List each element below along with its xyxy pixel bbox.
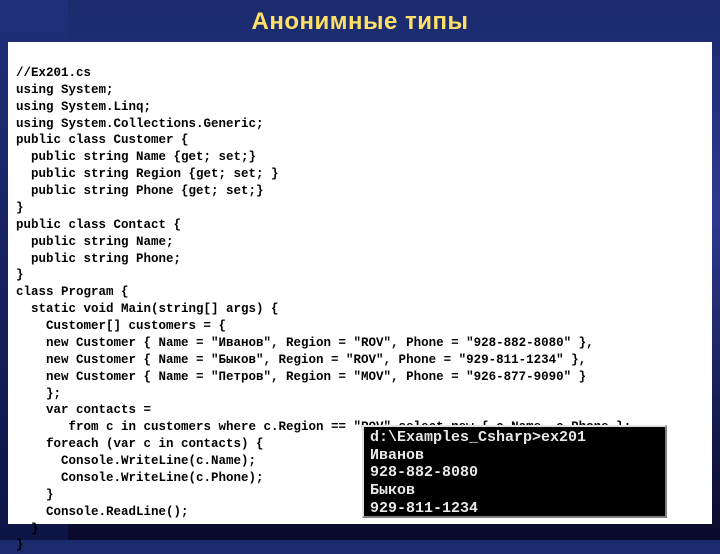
code-line: } xyxy=(16,538,24,552)
code-line: public class Customer { xyxy=(16,133,189,147)
code-line: Console.ReadLine(); xyxy=(16,505,189,519)
code-line: Console.WriteLine(c.Phone); xyxy=(16,471,264,485)
code-line: new Customer { Name = "Быков", Region = … xyxy=(16,353,586,367)
console-line: 928-882-8080 xyxy=(370,464,478,481)
code-line: public string Name; xyxy=(16,235,174,249)
code-line: using System; xyxy=(16,83,114,97)
code-block: //Ex201.cs using System; using System.Li… xyxy=(8,42,712,524)
code-line: public string Name {get; set;} xyxy=(16,150,256,164)
code-line: public string Region {get; set; } xyxy=(16,167,279,181)
code-line: new Customer { Name = "Петров", Region =… xyxy=(16,370,586,384)
console-output: d:\Examples_Csharp>ex201 Иванов 928-882-… xyxy=(362,425,667,518)
code-line: } xyxy=(16,488,54,502)
code-line: new Customer { Name = "Иванов", Region =… xyxy=(16,336,594,350)
code-line: public string Phone; xyxy=(16,252,181,266)
code-line: class Program { xyxy=(16,285,129,299)
code-line: } xyxy=(16,201,24,215)
slide-title: Анонимные типы xyxy=(0,0,720,42)
code-line: Console.WriteLine(c.Name); xyxy=(16,454,256,468)
code-line: //Ex201.cs xyxy=(16,66,91,80)
code-line: var contacts = xyxy=(16,403,151,417)
code-line: } xyxy=(16,522,39,536)
code-line: public class Contact { xyxy=(16,218,181,232)
code-line: using System.Linq; xyxy=(16,100,151,114)
console-line: Быков xyxy=(370,482,415,499)
console-line: Иванов xyxy=(370,447,424,464)
code-line: using System.Collections.Generic; xyxy=(16,117,264,131)
code-line: foreach (var c in contacts) { xyxy=(16,437,264,451)
code-line: } xyxy=(16,268,24,282)
console-line: 929-811-1234 xyxy=(370,500,478,517)
code-line: }; xyxy=(16,387,61,401)
code-line: Customer[] customers = { xyxy=(16,319,226,333)
code-line: public string Phone {get; set;} xyxy=(16,184,264,198)
console-line: d:\Examples_Csharp>ex201 xyxy=(370,429,586,446)
code-line: static void Main(string[] args) { xyxy=(16,302,279,316)
